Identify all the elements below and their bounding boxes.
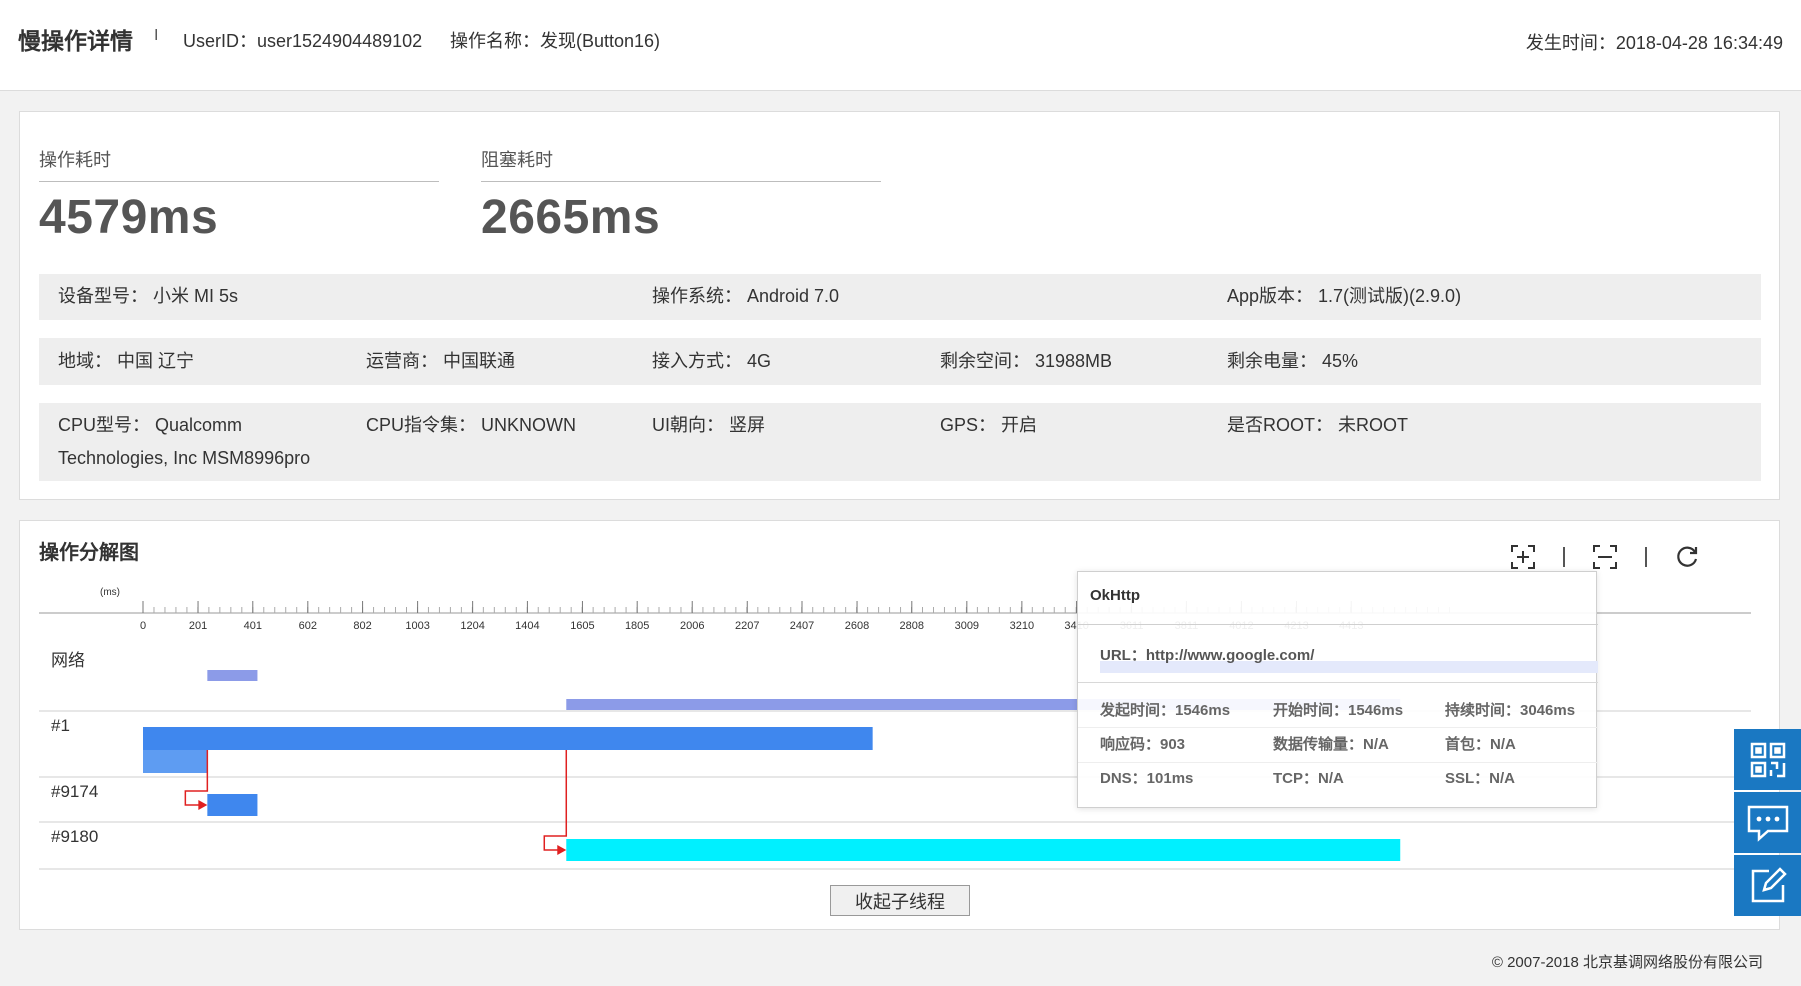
request-tooltip: OkHttp URL：http://www.google.com/ 发起时间：1…	[1077, 571, 1598, 808]
axis-tick-label: 2608	[845, 620, 869, 632]
free-space: 剩余空间： 31988MB	[940, 351, 1113, 371]
page-title: 慢操作详情	[18, 28, 133, 54]
stat-data-transfer: 数据传输量：N/A	[1273, 736, 1389, 753]
axis-tick-label: 1204	[460, 620, 484, 632]
page-header: 慢操作详情 I UserID：user1524904489102 操作名称：发现…	[0, 0, 1801, 91]
bar-thread-9174	[207, 794, 258, 816]
axis-tick-label: 3210	[1010, 620, 1034, 632]
operation-time-metric: 操作耗时 4579ms	[39, 146, 439, 245]
stat-ssl: SSL：N/A	[1445, 770, 1516, 787]
access-type: 接入方式： 4G	[652, 351, 772, 371]
edit-icon	[1751, 866, 1787, 902]
axis-tick-label: 0	[140, 620, 146, 632]
battery-level: 剩余电量： 45%	[1227, 351, 1359, 371]
refresh-button[interactable]	[1673, 543, 1701, 571]
axis-tick-label: 1404	[515, 620, 539, 632]
stat-dns: DNS：101ms	[1100, 770, 1194, 787]
thread-link-line	[543, 750, 568, 851]
block-time-value: 2665ms	[481, 191, 661, 244]
gps-status: GPS： 开启	[940, 415, 1038, 435]
root-status: 是否ROOT： 未ROOT	[1227, 415, 1408, 435]
thread-link-arrow	[557, 845, 567, 855]
operation-time-label: 操作耗时	[39, 146, 439, 182]
stat-response-code: 响应码：903	[1100, 736, 1186, 753]
edit-button[interactable]	[1734, 855, 1801, 916]
info-row-device: 设备型号： 小米 MI 5s 操作系统： Android 7.0 App版本： …	[39, 274, 1761, 320]
cpu-model: CPU型号： Qualcomm	[58, 415, 243, 435]
metrics-panel: 操作耗时 4579ms 阻塞耗时 2665ms 设备型号： 小米 MI 5s 操…	[19, 111, 1780, 500]
axis-tick-label: 201	[189, 620, 207, 632]
row-label: 网络	[51, 651, 85, 670]
cpu-instruction-set: CPU指令集： UNKNOWN	[366, 415, 576, 435]
bar-thread-1	[143, 727, 873, 750]
tooltip-row-line	[1078, 762, 1598, 763]
region: 地域： 中国 辽宁	[58, 351, 195, 371]
cpu-model-cont: Technologies, Inc MSM8996pro	[58, 448, 311, 468]
thread-link-arrow	[198, 800, 208, 810]
block-time-metric: 阻塞耗时 2665ms	[481, 146, 881, 245]
device-model: 设备型号： 小米 MI 5s	[58, 286, 239, 306]
refresh-icon	[1677, 546, 1698, 567]
qr-code-icon	[1750, 742, 1785, 777]
os-version: 操作系统： Android 7.0	[652, 286, 840, 306]
operation-name: 操作名称：发现(Button16)	[450, 31, 661, 51]
tooltip-row-line	[1078, 727, 1598, 728]
tooltip-divider	[1078, 624, 1598, 625]
zoom-in-button[interactable]	[1509, 543, 1537, 571]
occurred-time: 发生时间：2018-04-28 16:34:49	[1525, 33, 1783, 53]
chat-button[interactable]	[1734, 792, 1801, 853]
axis-tick-label: 3009	[955, 620, 979, 632]
axis-tick-label: 2808	[900, 620, 924, 632]
toolbar-divider	[1563, 547, 1565, 567]
axis-tick-label: 2006	[680, 620, 704, 632]
carrier: 运营商： 中国联通	[366, 351, 516, 371]
collapse-subthreads-button[interactable]: 收起子线程	[830, 885, 970, 916]
zoom-out-button[interactable]	[1591, 543, 1619, 571]
breakdown-title: 操作分解图	[39, 542, 139, 564]
bar-network	[207, 670, 258, 681]
tooltip-divider	[1078, 682, 1598, 683]
user-id: UserID：user1524904489102	[183, 31, 423, 51]
info-row-hardware: CPU型号： Qualcomm Technologies, Inc MSM899…	[39, 403, 1761, 481]
footer-copyright: © 2007-2018 北京基调网络股份有限公司	[1491, 954, 1763, 971]
bar-thread-1	[143, 750, 208, 773]
stat-duration: 持续时间：3046ms	[1445, 702, 1576, 719]
zoom-out-icon	[1593, 545, 1617, 569]
axis-tick-label: 802	[353, 620, 371, 632]
stat-initiate-time: 发起时间：1546ms	[1100, 702, 1231, 719]
operation-time-value: 4579ms	[39, 191, 219, 244]
app-version: App版本： 1.7(测试版)(2.9.0)	[1227, 286, 1462, 306]
stat-start-time: 开始时间：1546ms	[1273, 702, 1404, 719]
axis-tick-label: 1805	[625, 620, 649, 632]
axis-unit: (ms)	[100, 587, 120, 598]
bar-thread-9180	[566, 839, 1401, 861]
toolbar-divider	[1645, 547, 1647, 567]
axis-tick-label: 602	[299, 620, 317, 632]
axis-tick-label: 1605	[570, 620, 594, 632]
ui-orientation: UI朝向： 竖屏	[652, 415, 766, 435]
qr-code-button[interactable]	[1734, 729, 1801, 790]
row-label: #9180	[51, 827, 98, 846]
row-label: #9174	[51, 782, 98, 801]
info-row-network: 地域： 中国 辽宁 运营商： 中国联通 接入方式： 4G 剩余空间： 31988…	[39, 338, 1761, 385]
stat-tcp: TCP：N/A	[1273, 770, 1344, 787]
tooltip-title: OkHttp	[1090, 587, 1140, 604]
chat-icon	[1747, 805, 1788, 842]
zoom-in-icon	[1511, 545, 1535, 569]
chart-toolbar	[1509, 543, 1701, 571]
axis-tick-label: 2407	[790, 620, 814, 632]
tooltip-url: URL：http://www.google.com/	[1100, 647, 1315, 664]
block-time-label: 阻塞耗时	[481, 146, 881, 182]
row-label: #1	[51, 716, 70, 735]
stat-first-packet: 首包：N/A	[1445, 736, 1516, 753]
axis-tick-label: 401	[244, 620, 262, 632]
axis-tick-label: 2207	[735, 620, 759, 632]
axis-tick-label: 1003	[405, 620, 429, 632]
header-separator: I	[154, 27, 159, 44]
